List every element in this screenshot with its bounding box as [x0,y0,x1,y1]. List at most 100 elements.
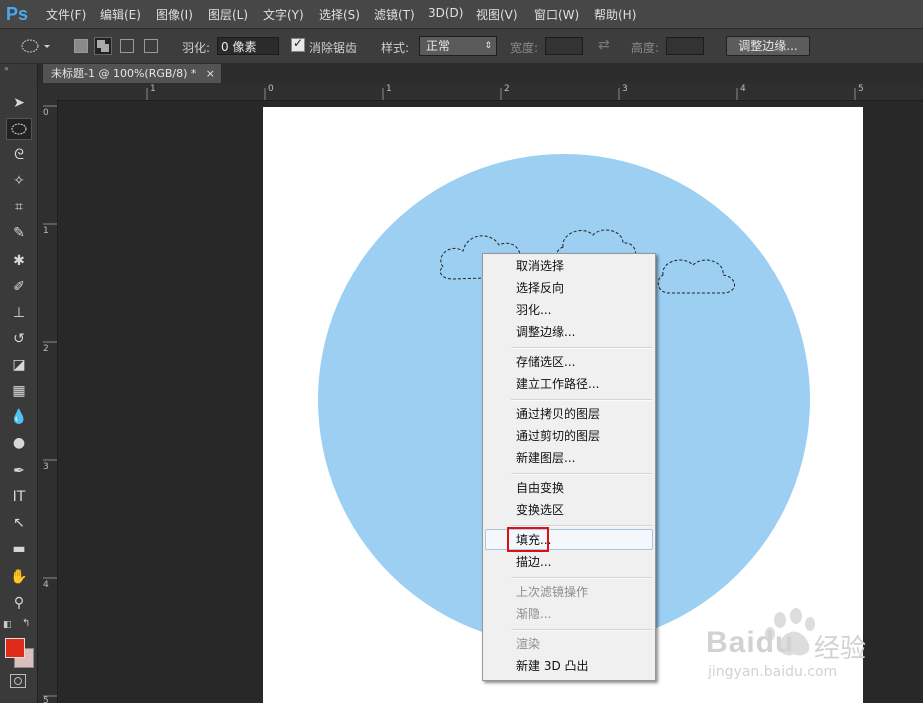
menu-layer[interactable]: 图层(L) [208,6,248,23]
crop-tool-icon[interactable]: ⌗ [6,196,32,218]
ruler-v-label: 2 [43,344,49,354]
menu-item-fade: 渐隐... [516,607,552,621]
menu-item-last-filter: 上次滤镜操作 [516,585,589,599]
move-tool-icon[interactable]: ➤ [6,92,32,114]
foreground-color-swatch[interactable] [5,638,25,658]
menu-view[interactable]: 视图(V) [476,6,518,23]
ruler-h-label: 1 [386,84,392,94]
path-selection-tool-icon[interactable]: ↖ [6,512,32,534]
zoom-tool-icon[interactable]: ⚲ [6,592,32,614]
height-label: 高度: [631,41,660,55]
watermark-brand: Baidu [706,626,795,659]
menu-item-new-layer[interactable]: 新建图层... [516,448,575,468]
new-selection-icon[interactable] [74,39,88,53]
height-input[interactable] [666,37,704,55]
ruler-v-label: 1 [43,226,49,236]
swap-colors-icon[interactable]: ↰ [22,618,30,629]
menu-separator [511,629,652,631]
menu-item-free-transform[interactable]: 自由变换 [516,478,564,498]
swap-icon[interactable]: ⇄ [598,37,610,53]
rectangle-tool-icon[interactable]: ▬ [6,538,32,560]
options-bar: 羽化: 0 像素 ✓ 消除锯齿 样式: 正常 ⇕ 宽度: ⇄ 高度: 调整边缘.… [0,29,923,64]
menu-separator [511,347,652,349]
magic-wand-tool-icon[interactable]: ✧ [6,170,32,192]
clone-stamp-tool-icon[interactable]: ⊥ [6,302,32,324]
intersect-selection-icon[interactable] [144,39,158,53]
menu-item-make-work-path[interactable]: 建立工作路径... [516,374,599,394]
ruler-h-label: 4 [740,84,746,94]
menu-3d[interactable]: 3D(D) [428,6,463,20]
eyedropper-tool-icon[interactable]: ✎ [6,222,32,244]
history-brush-tool-icon[interactable]: ↺ [6,328,32,350]
quick-mask-icon[interactable] [10,674,26,688]
ruler-h-label: 0 [268,84,274,94]
document-tab-title: 未标题-1 @ 100%(RGB/8) * [51,67,197,80]
watermark-brand-cn: 经验 [814,634,867,664]
width-input[interactable] [545,37,583,55]
menu-separator [511,577,652,579]
gradient-tool-icon[interactable]: ▦ [6,380,32,402]
baidu-jingyan-watermark: Baidu 经验 jingyan.baidu.com [706,608,876,688]
panel-collapse-icon[interactable]: » [4,64,9,73]
photoshop-logo: Ps [6,4,29,24]
menu-item-stroke[interactable]: 描边... [516,552,551,572]
ruler-h-label: 5 [858,84,864,94]
antialias-checkbox[interactable]: ✓ [291,36,305,52]
ruler-v-label: 0 [43,108,49,118]
ruler-v-label: 5 [43,696,49,703]
ellipse-marquee-preset-icon[interactable] [20,38,50,54]
vertical-ruler: 0 1 2 3 4 5 [38,100,58,703]
type-tool-icon[interactable]: IT [6,486,32,508]
document-tab-bar: 未标题-1 @ 100%(RGB/8) * × [38,64,923,83]
context-menu: 取消选择 选择反向 羽化... 调整边缘... 存储选区... 建立工作路径..… [482,253,656,681]
default-colors-icon[interactable]: ◧ [3,620,12,630]
menu-edit[interactable]: 编辑(E) [100,6,141,23]
feather-input[interactable]: 0 像素 [217,37,279,55]
menu-item-new-3d-extrusion[interactable]: 新建 3D 凸出 [516,656,589,676]
lasso-tool-icon[interactable]: ᘓ [6,144,32,166]
add-selection-icon[interactable] [94,37,112,55]
menu-type[interactable]: 文字(Y) [263,6,304,23]
subtract-selection-icon[interactable] [120,39,134,53]
feather-label: 羽化: [182,41,211,55]
chevron-updown-icon: ⇕ [484,41,492,51]
watermark-url: jingyan.baidu.com [708,664,838,680]
menu-item-save-selection[interactable]: 存储选区... [516,352,575,372]
ruler-v-label: 3 [43,462,49,472]
dodge-tool-icon[interactable]: ● [6,432,32,454]
brush-tool-icon[interactable]: ✐ [6,276,32,298]
menu-filter[interactable]: 滤镜(T) [374,6,415,23]
menu-item-refine-edge[interactable]: 调整边缘... [516,322,575,342]
pen-tool-icon[interactable]: ✒ [6,460,32,482]
document-tab[interactable]: 未标题-1 @ 100%(RGB/8) * × [43,64,221,83]
ruler-v-label: 4 [43,580,49,590]
close-icon[interactable]: × [206,64,215,83]
menu-window[interactable]: 窗口(W) [534,6,579,23]
hand-tool-icon[interactable]: ✋ [6,566,32,588]
horizontal-ruler: 1 0 1 2 3 4 5 [58,83,923,101]
ruler-h-label: 3 [622,84,628,94]
annotation-red-box [507,527,549,552]
tools-panel: » ➤ ᘓ ✧ ⌗ ✎ ✱ ✐ ⊥ ↺ ◪ ▦ 💧 ● ✒ IT ↖ ▬ ✋ ⚲… [0,64,38,703]
refine-edge-button[interactable]: 调整边缘... [726,36,810,56]
ruler-corner [38,83,58,100]
healing-brush-tool-icon[interactable]: ✱ [6,250,32,272]
menu-select[interactable]: 选择(S) [319,6,360,23]
menu-item-layer-via-copy[interactable]: 通过拷贝的图层 [516,404,600,424]
menu-item-deselect[interactable]: 取消选择 [516,256,564,276]
menu-item-layer-via-cut[interactable]: 通过剪切的图层 [516,426,600,446]
menu-separator [511,399,652,401]
eraser-tool-icon[interactable]: ◪ [6,354,32,376]
menu-file[interactable]: 文件(F) [46,6,86,23]
menu-bar: Ps 文件(F) 编辑(E) 图像(I) 图层(L) 文字(Y) 选择(S) 滤… [0,0,923,29]
menu-item-transform-selection[interactable]: 变换选区 [516,500,564,520]
style-select[interactable]: 正常 ⇕ [419,36,497,56]
menu-item-feather[interactable]: 羽化... [516,300,551,320]
blur-tool-icon[interactable]: 💧 [6,406,32,428]
ellipse-marquee-tool-icon[interactable] [6,118,32,140]
menu-help[interactable]: 帮助(H) [594,6,636,23]
menu-image[interactable]: 图像(I) [156,6,193,23]
style-label: 样式: [381,41,410,55]
antialias-label: 消除锯齿 [309,41,358,55]
menu-item-select-inverse[interactable]: 选择反向 [516,278,564,298]
